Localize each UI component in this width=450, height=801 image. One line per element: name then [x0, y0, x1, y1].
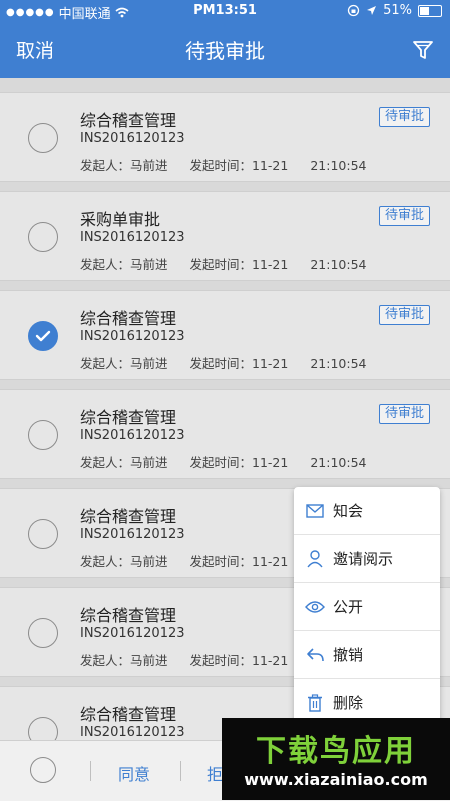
item-initiator: 发起人：马前进 — [80, 554, 168, 569]
select-radio[interactable] — [28, 321, 58, 351]
check-icon — [35, 330, 51, 342]
select-radio[interactable] — [28, 717, 58, 740]
item-initiator: 发起人：马前进 — [80, 356, 168, 371]
item-code: INS2016120123 — [80, 131, 185, 146]
item-time-label: 发起时间：11-21 — [189, 356, 289, 371]
watermark-title: 下载鸟应用 — [256, 734, 416, 769]
watermark-url: www.xiazainiao.com — [244, 770, 428, 789]
item-time: 21:10:54 — [310, 455, 367, 470]
list-item[interactable]: 综合稽查管理 INS2016120123 发起人：马前进 发起时间：11-21 21:1… — [0, 290, 450, 380]
item-initiator: 发起人：马前进 — [80, 257, 168, 272]
status-bar: ●●●●● 中国联通 PM13:51 51% — [0, 0, 450, 22]
item-time: 21:10:54 — [310, 158, 367, 173]
item-initiator: 发起人：马前进 — [80, 653, 168, 668]
select-radio[interactable] — [28, 519, 58, 549]
list-item[interactable]: 综合稽查管理 INS2016120123 发起人：马前进 发起时间：11-21 21:1… — [0, 92, 450, 182]
divider — [180, 761, 181, 781]
status-right: 51% — [347, 3, 442, 18]
status-badge: 待审批 — [378, 206, 430, 226]
battery-fill — [420, 6, 430, 15]
menu-item-label: 知会 — [333, 502, 364, 520]
item-name: 采购单审批 — [80, 210, 161, 229]
item-name: 综合稽查管理 — [80, 309, 177, 328]
eye-icon — [305, 597, 325, 617]
status-badge: 待审批 — [378, 404, 430, 424]
agree-button[interactable]: 同意 — [118, 761, 150, 785]
status-badge: 待审批 — [378, 305, 430, 325]
menu-item-label: 公开 — [333, 598, 364, 616]
page-title: 待我审批 — [185, 39, 265, 63]
item-time-label: 发起时间：11-21 — [189, 554, 289, 569]
item-time-label: 发起时间：11-21 — [189, 158, 289, 173]
divider — [90, 761, 91, 781]
more-actions-menu: 知会邀请阅示公开撤销删除 — [294, 487, 440, 727]
item-time: 21:10:54 — [310, 356, 367, 371]
item-code: INS2016120123 — [80, 527, 185, 542]
item-time-label: 发起时间：11-21 — [189, 257, 289, 272]
select-all-radio[interactable] — [30, 757, 56, 783]
undo-icon — [305, 645, 325, 665]
item-code: INS2016120123 — [80, 428, 185, 443]
item-meta: 发起人：马前进 发起时间：11-21 21:10:54 — [80, 155, 388, 174]
item-initiator: 发起人：马前进 — [80, 455, 168, 470]
item-time-label: 发起时间：11-21 — [189, 455, 289, 470]
reject-button[interactable]: 拒 — [207, 761, 223, 785]
filter-icon[interactable] — [412, 39, 434, 61]
item-code: INS2016120123 — [80, 725, 185, 740]
select-radio[interactable] — [28, 420, 58, 450]
item-name: 综合稽查管理 — [80, 111, 177, 130]
select-radio[interactable] — [28, 618, 58, 648]
item-code: INS2016120123 — [80, 626, 185, 641]
menu-item[interactable]: 知会 — [294, 487, 440, 535]
mail-icon — [305, 501, 325, 521]
item-name: 综合稽查管理 — [80, 408, 177, 427]
list-item[interactable]: 采购单审批 INS2016120123 发起人：马前进 发起时间：11-21 21:10… — [0, 191, 450, 281]
menu-item[interactable]: 公开 — [294, 583, 440, 631]
menu-item-label: 邀请阅示 — [333, 550, 394, 568]
rotation-lock-icon — [347, 4, 360, 17]
menu-item[interactable]: 撤销 — [294, 631, 440, 679]
nav-bar: 取消 待我审批 — [0, 22, 450, 78]
location-icon — [367, 6, 377, 15]
menu-item-label: 删除 — [333, 694, 364, 712]
item-code: INS2016120123 — [80, 230, 185, 245]
item-meta: 发起人：马前进 发起时间：11-21 21:10:54 — [80, 254, 388, 273]
item-code: INS2016120123 — [80, 329, 185, 344]
item-name: 综合稽查管理 — [80, 606, 177, 625]
watermark: 下载鸟应用 www.xiazainiao.com — [222, 718, 450, 800]
item-name: 综合稽查管理 — [80, 507, 177, 526]
item-name: 综合稽查管理 — [80, 705, 177, 724]
item-time-label: 发起时间：11-21 — [189, 653, 289, 668]
menu-item-label: 撤销 — [333, 646, 364, 664]
trash-icon — [305, 693, 325, 713]
person-icon — [305, 549, 325, 569]
battery-percent: 51% — [383, 3, 412, 18]
item-time: 21:10:54 — [310, 257, 367, 272]
select-radio[interactable] — [28, 123, 58, 153]
menu-item[interactable]: 邀请阅示 — [294, 535, 440, 583]
status-badge: 待审批 — [378, 107, 430, 127]
list-item[interactable]: 综合稽查管理 INS2016120123 发起人：马前进 发起时间：11-21 21:1… — [0, 389, 450, 479]
item-meta: 发起人：马前进 发起时间：11-21 21:10:54 — [80, 353, 388, 372]
select-radio[interactable] — [28, 222, 58, 252]
item-meta: 发起人：马前进 发起时间：11-21 21:10:54 — [80, 452, 388, 471]
item-initiator: 发起人：马前进 — [80, 158, 168, 173]
battery-icon — [418, 4, 442, 17]
